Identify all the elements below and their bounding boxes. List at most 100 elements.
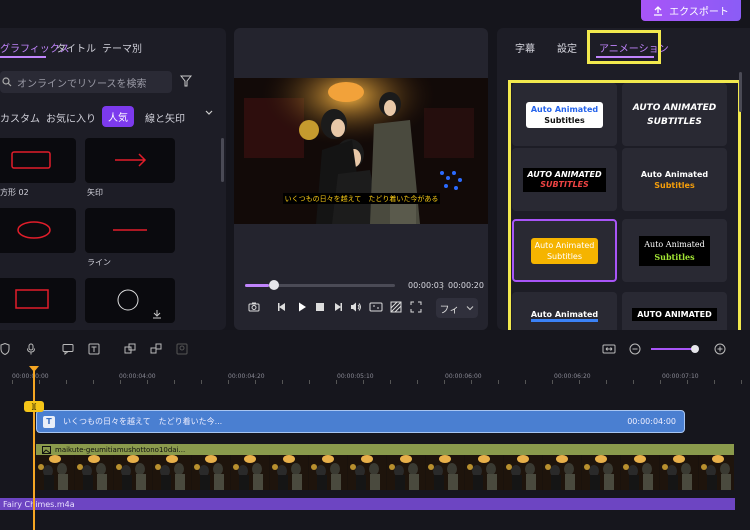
graphic-item[interactable] bbox=[85, 278, 175, 323]
step-back-icon[interactable] bbox=[276, 301, 288, 313]
text-tool-icon[interactable] bbox=[88, 343, 100, 355]
subtitle-overlay: いくつもの日々を越えて たどり着いた今がある bbox=[283, 193, 440, 204]
text-clip-icon: T bbox=[43, 415, 55, 428]
annotation-highlight-tab bbox=[587, 30, 661, 64]
ruler-label: 00:00:06:00 bbox=[445, 373, 482, 380]
ruler-tick bbox=[228, 380, 229, 384]
ruler-tick bbox=[498, 380, 499, 384]
chip-custom[interactable]: カスタム bbox=[0, 110, 40, 125]
graphic-item[interactable] bbox=[85, 138, 175, 183]
filmstrip-frame bbox=[36, 455, 74, 490]
playhead-handle[interactable]: ][ bbox=[24, 401, 44, 412]
chip-popular[interactable]: 人気 bbox=[102, 106, 134, 127]
filter-icon[interactable] bbox=[180, 75, 192, 87]
zoom-in-icon[interactable] bbox=[714, 343, 726, 355]
graphic-item[interactable] bbox=[0, 278, 76, 323]
ruler-tick bbox=[741, 380, 742, 384]
filmstrip-frame bbox=[699, 455, 734, 490]
speech-bubble-icon[interactable] bbox=[62, 343, 74, 355]
item-label: 矢印 bbox=[87, 188, 103, 197]
play-icon[interactable] bbox=[296, 301, 308, 313]
ruler-tick bbox=[66, 380, 67, 384]
chevron-down-icon bbox=[467, 306, 474, 311]
ruler-tick bbox=[363, 380, 364, 384]
arrow-shape-icon bbox=[115, 153, 147, 167]
timeline-ruler[interactable] bbox=[0, 366, 750, 384]
group-icon[interactable] bbox=[124, 343, 136, 355]
face-icon[interactable] bbox=[176, 343, 188, 355]
rectangle-shape-icon bbox=[11, 151, 51, 169]
tab-theme[interactable]: テーマ別 bbox=[102, 40, 142, 55]
ruler-tick bbox=[471, 380, 472, 384]
filmstrip-frame bbox=[621, 455, 659, 490]
video-clip-name: maikute-geumitiamushottono10dai... bbox=[55, 445, 186, 454]
ruler-tick bbox=[552, 380, 553, 384]
shield-icon[interactable] bbox=[0, 343, 10, 355]
step-forward-icon[interactable] bbox=[332, 301, 344, 313]
subtitle-clip[interactable]: T いくつもの日々を越えて たどり着いた今... 00:00:04:00 bbox=[36, 410, 685, 433]
chip-lines-arrows[interactable]: 線と矢印 bbox=[145, 110, 185, 125]
annotation-highlight-grid bbox=[508, 80, 741, 341]
ruler-tick bbox=[444, 380, 445, 384]
microphone-icon[interactable] bbox=[26, 343, 36, 355]
mask-icon[interactable] bbox=[390, 301, 402, 313]
video-clip[interactable]: maikute-geumitiamushottono10dai... bbox=[36, 444, 734, 455]
graphic-item[interactable] bbox=[0, 138, 76, 183]
playhead-line[interactable] bbox=[33, 366, 35, 530]
tab-settings[interactable]: 設定 bbox=[557, 40, 577, 55]
playback-scrubber[interactable] bbox=[269, 280, 279, 290]
chip-favorites[interactable]: お気に入り bbox=[46, 110, 96, 125]
filmstrip-frame bbox=[660, 455, 698, 490]
search-placeholder: オンラインでリソースを検索 bbox=[17, 78, 147, 90]
circle-shape-icon bbox=[117, 289, 161, 319]
audio-clip[interactable]: Fairy Chimes.m4a bbox=[0, 498, 735, 510]
ruler-tick bbox=[579, 380, 580, 384]
ruler-tick bbox=[417, 380, 418, 384]
fullscreen-icon[interactable] bbox=[410, 301, 422, 313]
export-button[interactable]: エクスポート bbox=[641, 0, 741, 21]
filmstrip-frame bbox=[153, 455, 191, 490]
aspect-ratio-icon[interactable] bbox=[369, 301, 383, 313]
ellipse-shape-icon bbox=[17, 221, 51, 239]
ruler-tick bbox=[714, 380, 715, 384]
playback-progress-fill bbox=[245, 284, 269, 287]
rectangle-shape-icon bbox=[15, 289, 49, 309]
ruler-label: 00:00:06:20 bbox=[554, 373, 591, 380]
time-separator: | bbox=[441, 281, 444, 290]
fit-timeline-icon[interactable] bbox=[602, 343, 616, 355]
item-label: ライン bbox=[87, 258, 111, 267]
search-icon bbox=[2, 77, 12, 87]
image-clip-icon bbox=[42, 445, 51, 454]
ungroup-icon[interactable] bbox=[150, 343, 162, 355]
ruler-label: 00:00:07:10 bbox=[662, 373, 699, 380]
subtitle-clip-text: いくつもの日々を越えて たどり着いた今... bbox=[63, 417, 223, 426]
upload-icon bbox=[654, 5, 663, 16]
stop-icon[interactable] bbox=[314, 301, 326, 313]
timeline-zoom-knob[interactable] bbox=[691, 345, 699, 353]
chevron-down-icon[interactable] bbox=[204, 108, 214, 118]
filmstrip-frame bbox=[309, 455, 347, 490]
filmstrip-frame bbox=[231, 455, 269, 490]
video-clip-thumbnails[interactable] bbox=[36, 455, 734, 490]
ruler-tick bbox=[174, 380, 175, 384]
filmstrip-frame bbox=[270, 455, 308, 490]
filmstrip-frame bbox=[348, 455, 386, 490]
camera-icon[interactable] bbox=[248, 301, 260, 313]
ruler-tick bbox=[525, 380, 526, 384]
ruler-tick bbox=[282, 380, 283, 384]
ruler-label: 00:00:04:00 bbox=[119, 373, 156, 380]
graphic-item[interactable] bbox=[0, 208, 76, 253]
animation-scrollbar[interactable] bbox=[739, 72, 742, 112]
zoom-fit-select[interactable]: フィ bbox=[436, 298, 478, 318]
item-label: 方形 02 bbox=[0, 188, 29, 197]
search-input[interactable]: オンラインでリソースを検索 bbox=[0, 71, 172, 93]
ruler-tick bbox=[606, 380, 607, 384]
zoom-out-icon[interactable] bbox=[629, 343, 641, 355]
ruler-tick bbox=[309, 380, 310, 384]
tab-subtitles[interactable]: 字幕 bbox=[515, 40, 535, 55]
tab-title[interactable]: タイトル bbox=[56, 40, 96, 55]
graphic-item[interactable] bbox=[85, 208, 175, 253]
top-bar bbox=[0, 0, 750, 28]
volume-icon[interactable] bbox=[350, 301, 362, 313]
library-scrollbar[interactable] bbox=[221, 138, 224, 182]
